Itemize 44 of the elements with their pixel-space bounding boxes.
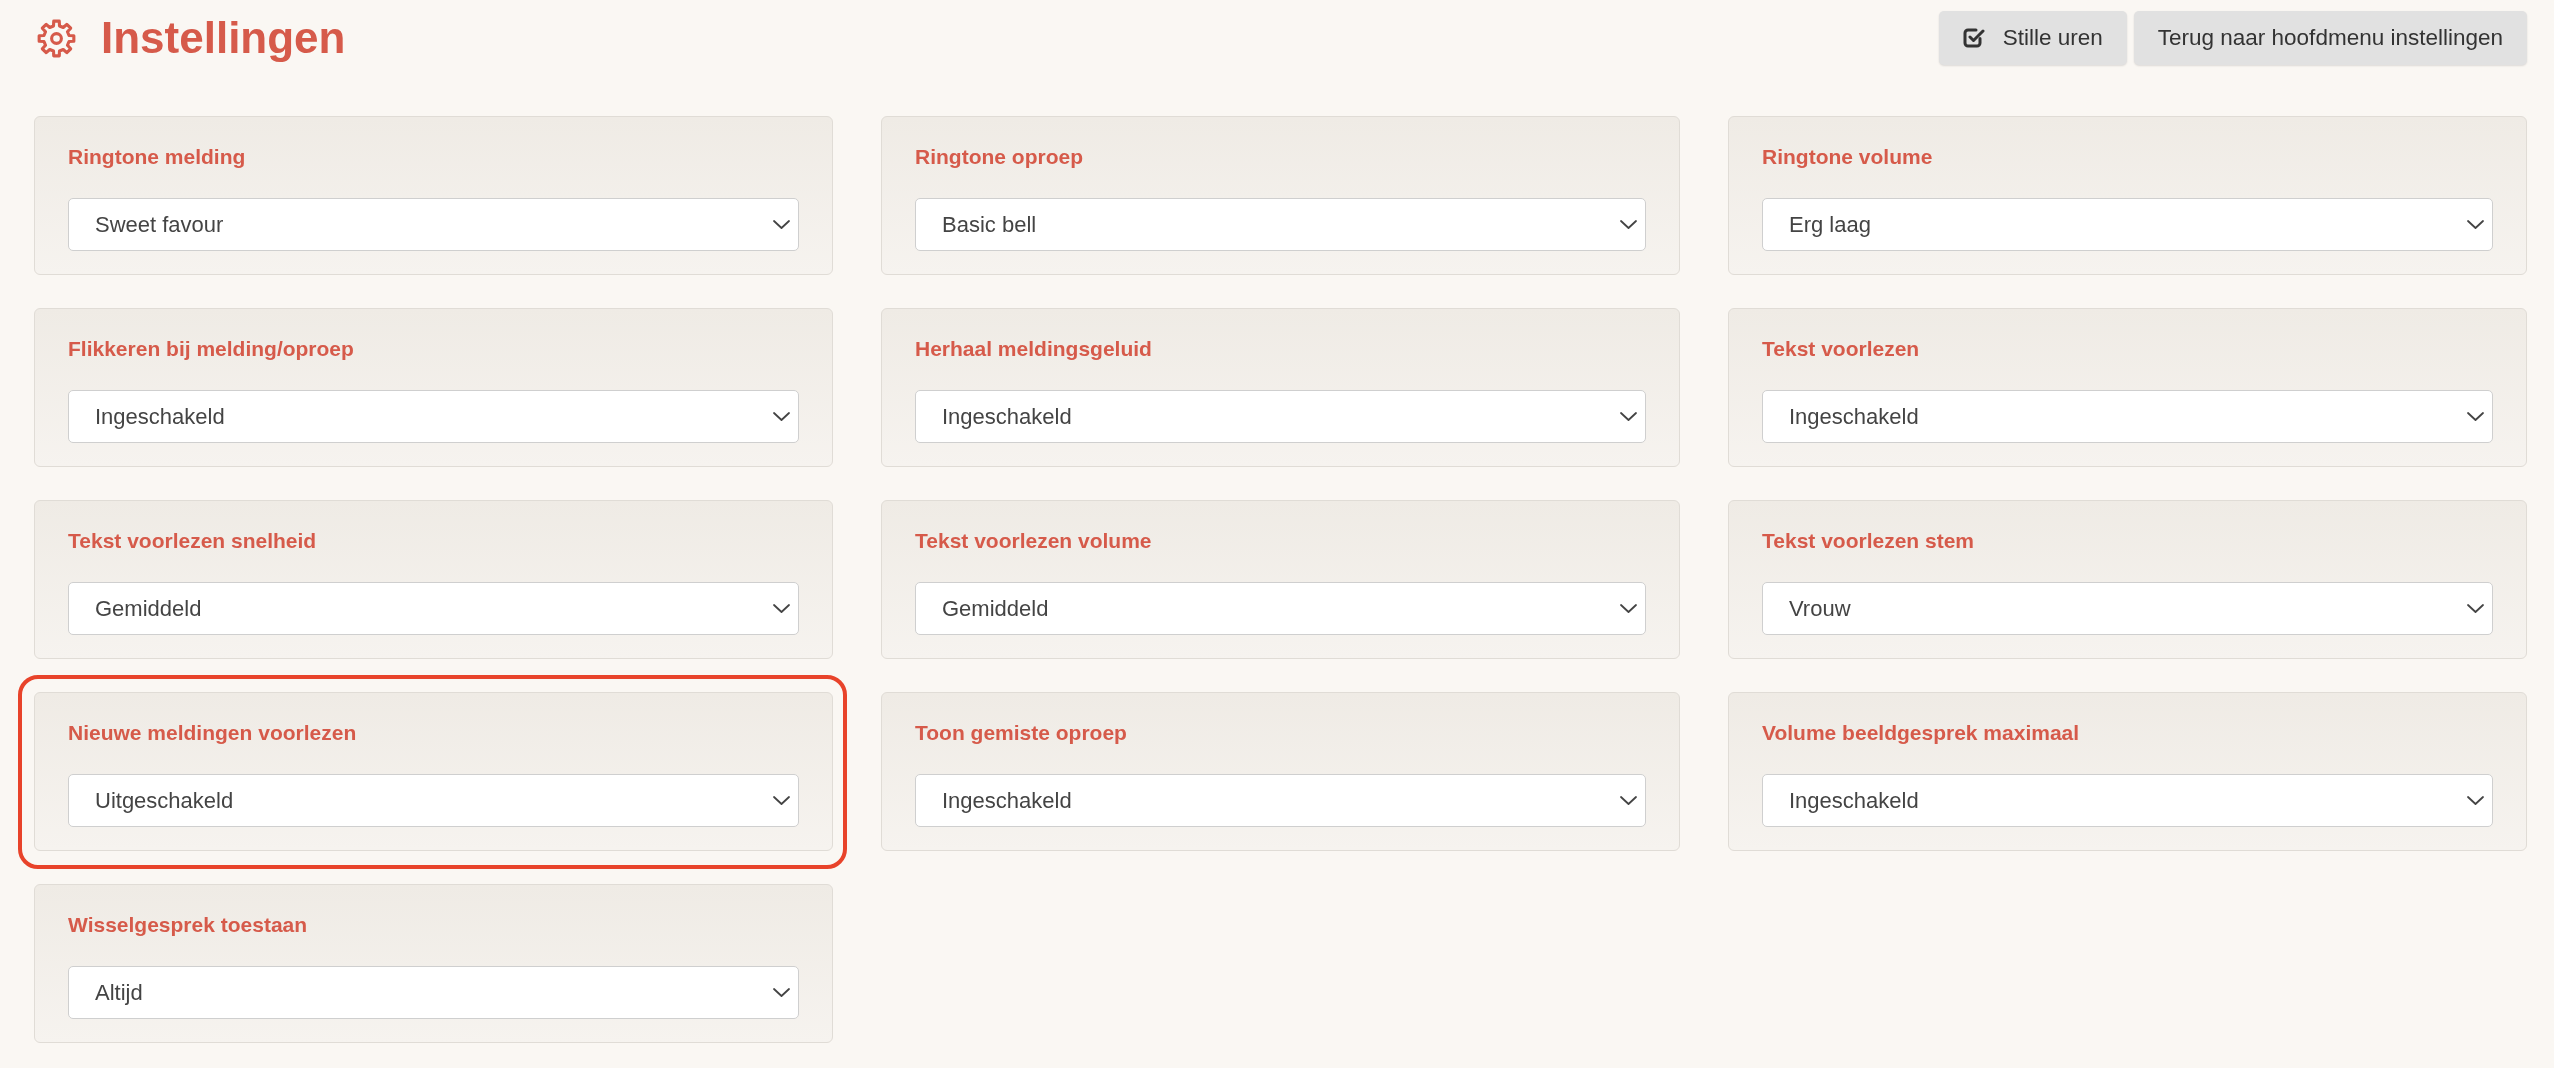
- chevron-down-icon: [773, 796, 790, 805]
- setting-label: Tekst voorlezen: [1762, 336, 1921, 362]
- setting-label: Ringtone melding: [68, 144, 247, 170]
- dropdown[interactable]: Ingeschakeld: [915, 774, 1646, 827]
- chevron-down-icon: [773, 604, 790, 613]
- back-button[interactable]: Terug naar hoofdmenu instellingen: [2133, 11, 2527, 65]
- setting-label: Tekst voorlezen snelheid: [68, 528, 318, 554]
- chevron-down-icon: [1620, 220, 1637, 229]
- setting-label: Nieuwe meldingen voorlezen: [68, 720, 358, 746]
- dropdown[interactable]: Ingeschakeld: [915, 390, 1646, 443]
- setting-label: Volume beeldgesprek maximaal: [1762, 720, 2081, 746]
- chevron-down-icon: [2467, 604, 2484, 613]
- dropdown[interactable]: Gemiddeld: [68, 582, 799, 635]
- chevron-down-icon: [2467, 412, 2484, 421]
- page-title: Instellingen: [101, 12, 346, 64]
- dropdown[interactable]: Basic bell: [915, 198, 1646, 251]
- chevron-down-icon: [2467, 796, 2484, 805]
- chevron-down-icon: [1620, 604, 1637, 613]
- chevron-down-icon: [2467, 220, 2484, 229]
- setting-label: Ringtone oproep: [915, 144, 1084, 170]
- chevron-down-icon: [773, 220, 790, 229]
- settings-icon: [37, 18, 76, 58]
- dropdown[interactable]: Erg laag: [1762, 198, 2493, 251]
- setting-label: Tekst voorlezen stem: [1762, 528, 1976, 554]
- dropdown[interactable]: Ingeschakeld: [68, 390, 799, 443]
- dropdown[interactable]: Ingeschakeld: [1762, 390, 2493, 443]
- dropdown[interactable]: Sweet favour: [68, 198, 799, 251]
- dropdown[interactable]: Uitgeschakeld: [68, 774, 799, 827]
- chevron-down-icon: [1620, 412, 1637, 421]
- dropdown[interactable]: Ingeschakeld: [1762, 774, 2493, 827]
- setting-label: Flikkeren bij melding/oproep: [68, 336, 355, 362]
- setting-label: Wisselgesprek toestaan: [68, 912, 309, 938]
- chevron-down-icon: [773, 412, 790, 421]
- setting-label: Toon gemiste oproep: [915, 720, 1128, 746]
- setting-label: Ringtone volume: [1762, 144, 1934, 170]
- checkbox-icon: [1962, 27, 1985, 49]
- dropdown[interactable]: Gemiddeld: [915, 582, 1646, 635]
- dropdown[interactable]: Altijd: [68, 966, 799, 1019]
- setting-label: Herhaal meldingsgeluid: [915, 336, 1153, 362]
- chevron-down-icon: [1620, 796, 1637, 805]
- quiet-hours-button[interactable]: Stille uren: [1938, 11, 2127, 65]
- dropdown[interactable]: Vrouw: [1762, 582, 2493, 635]
- chevron-down-icon: [773, 988, 790, 997]
- setting-label: Tekst voorlezen volume: [915, 528, 1153, 554]
